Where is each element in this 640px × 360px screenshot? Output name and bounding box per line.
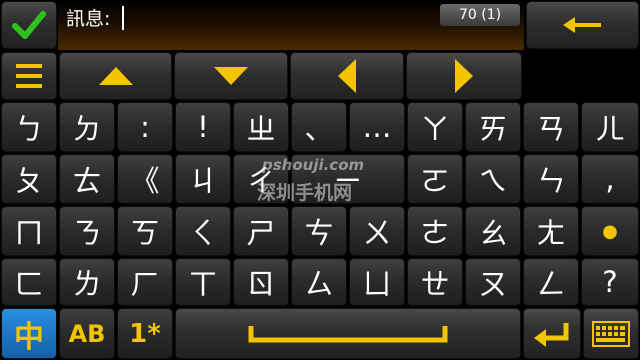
key-colon[interactable]: : <box>117 102 173 152</box>
confirm-button[interactable] <box>1 1 57 49</box>
arrow-left-icon <box>338 59 356 93</box>
key-exclamation[interactable]: ! <box>175 102 231 152</box>
key-fo[interactable]: ㄈ <box>1 258 57 306</box>
enter-button[interactable] <box>523 308 581 359</box>
key-ou[interactable]: ㄡ <box>465 258 521 306</box>
key-eng[interactable]: ㄥ <box>523 258 579 306</box>
key-ne[interactable]: ㄋ <box>59 206 115 256</box>
backspace-button[interactable] <box>526 1 639 49</box>
key-an[interactable]: ㄢ <box>523 102 579 152</box>
arrow-down-icon <box>214 67 248 85</box>
space-button[interactable] <box>175 308 521 359</box>
key-double-angle-bracket[interactable]: 《 <box>117 154 173 204</box>
key-ang[interactable]: ㄤ <box>523 206 579 256</box>
keyboard-button[interactable] <box>583 308 639 359</box>
arrow-left-icon <box>562 17 601 33</box>
arrow-right-icon <box>455 59 473 93</box>
key-xi[interactable]: ㄒ <box>175 258 231 306</box>
key-ci[interactable]: ㄘ <box>291 206 347 256</box>
key-ri[interactable]: ㄖ <box>233 258 289 306</box>
key-question[interactable]: ? <box>581 258 639 306</box>
key-er[interactable]: ㄦ <box>581 102 639 152</box>
key-e[interactable]: ㄜ <box>407 206 463 256</box>
text-cursor <box>122 6 124 30</box>
key-o[interactable]: ㄛ <box>407 154 463 204</box>
key-ai[interactable]: ㄞ <box>465 102 521 152</box>
key-a[interactable]: ㄚ <box>407 102 463 152</box>
key-yu[interactable]: ㄩ <box>349 258 405 306</box>
key-zhi[interactable]: ㄓ <box>233 102 289 152</box>
key-dot-tone[interactable]: ● <box>581 206 639 256</box>
key-ideographic-comma[interactable]: 、 <box>291 102 347 152</box>
arrow-left-button[interactable] <box>290 52 404 100</box>
arrow-up-button[interactable] <box>59 52 172 100</box>
key-ao[interactable]: ㄠ <box>465 206 521 256</box>
key-mo[interactable]: ㄇ <box>1 206 57 256</box>
checkmark-icon <box>12 11 46 39</box>
enter-icon <box>534 322 569 347</box>
menu-button[interactable] <box>1 52 57 100</box>
key-le[interactable]: ㄌ <box>59 258 115 306</box>
message-input[interactable]: 訊息: 70 (1) <box>58 0 524 50</box>
arrow-right-button[interactable] <box>406 52 522 100</box>
key-te[interactable]: ㄊ <box>59 154 115 204</box>
mode-numeric-button[interactable]: 1* <box>117 308 173 359</box>
key-qi[interactable]: ㄑ <box>175 206 231 256</box>
key-en[interactable]: ㄣ <box>523 154 579 204</box>
key-de[interactable]: ㄉ <box>59 102 115 152</box>
mode-alpha-button[interactable]: AB <box>59 308 115 359</box>
message-label: 訊息: <box>66 8 111 30</box>
arrow-up-icon <box>98 67 133 85</box>
key-si[interactable]: ㄙ <box>291 258 347 306</box>
key-eh[interactable]: ㄝ <box>407 258 463 306</box>
key-wu[interactable]: ㄨ <box>349 206 405 256</box>
key-shi[interactable]: ㄕ <box>233 206 289 256</box>
key-bo[interactable]: ㄅ <box>1 102 57 152</box>
key-po[interactable]: ㄆ <box>1 154 57 204</box>
menu-icon <box>16 64 42 88</box>
key-comma[interactable]: , <box>581 154 639 204</box>
keyboard-icon <box>592 320 630 347</box>
key-yi[interactable]: ㄧ <box>291 154 405 204</box>
key-ke[interactable]: ㄎ <box>117 206 173 256</box>
key-ei[interactable]: ㄟ <box>465 154 521 204</box>
mode-chinese-button[interactable]: 中 <box>1 308 57 359</box>
character-counter: 70 (1) <box>440 4 520 26</box>
key-ellipsis[interactable]: … <box>349 102 405 152</box>
arrow-down-button[interactable] <box>174 52 288 100</box>
key-he[interactable]: ㄏ <box>117 258 173 306</box>
key-ji[interactable]: ㄐ <box>175 154 231 204</box>
key-chi[interactable]: ㄔ <box>233 154 289 204</box>
space-bar-icon <box>248 325 448 342</box>
